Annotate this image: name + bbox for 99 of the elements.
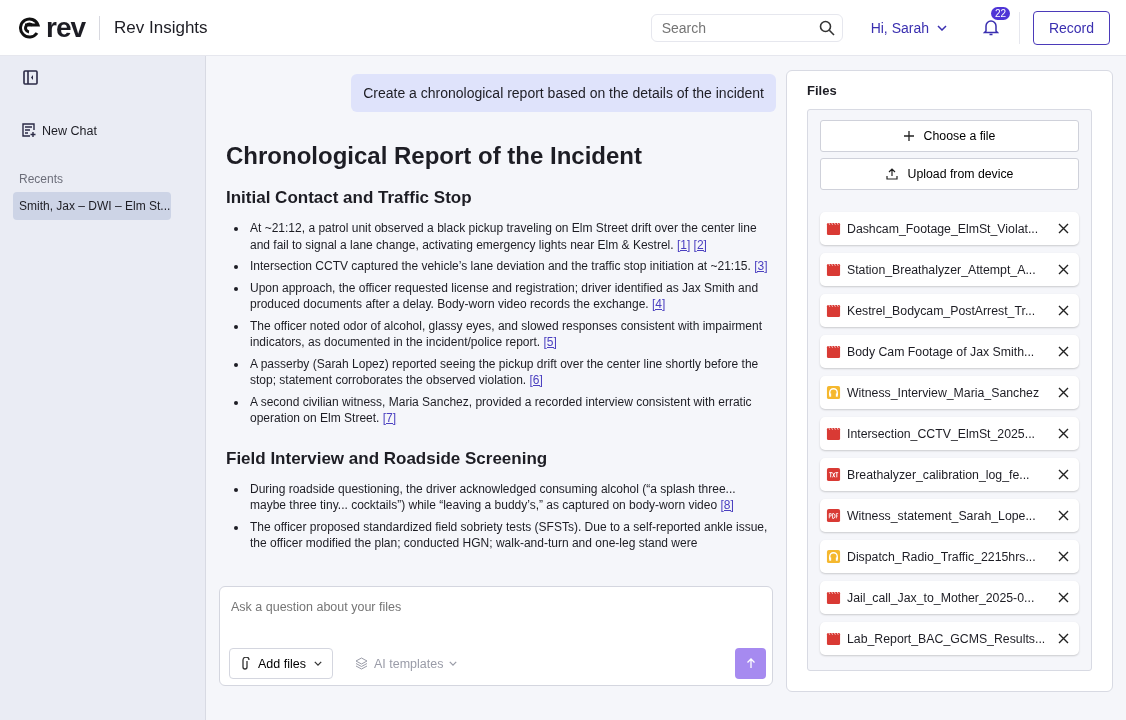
video-file-icon <box>826 303 841 318</box>
file-item[interactable]: Intersection_CCTV_ElmSt_2025... <box>820 417 1079 450</box>
file-item[interactable]: Lab_Report_BAC_GCMS_Results... <box>820 622 1079 655</box>
record-button[interactable]: Record <box>1033 10 1110 45</box>
video-file-icon <box>826 590 841 605</box>
new-chat-icon <box>21 123 36 138</box>
recent-chat-item[interactable]: Smith, Jax – DWI – Elm St... <box>13 192 171 220</box>
report-paragraph: At ~21:12, a patrol unit observed a black pickup traveling on Elm Street drift over the center line and fail to signal a lane change, activating emergency lights near Elm & Kestrel. [1] [2] <box>250 220 758 253</box>
report-title: Chronological Report of the Incident <box>226 142 643 170</box>
add-files-button[interactable]: Add files <box>229 648 333 679</box>
upload-button[interactable]: Upload from device <box>820 158 1079 190</box>
file-item[interactable]: Dashcam_Footage_ElmSt_Violat... <box>820 212 1079 245</box>
close-icon[interactable] <box>1056 467 1071 482</box>
citation-link[interactable]: [4] <box>652 297 666 311</box>
file-item[interactable]: Dispatch_Radio_Traffic_2215hrs... <box>820 540 1079 573</box>
report-paragraph: During roadside questioning, the driver acknowledged consuming alcohol (“a splash three... maybe three tiny... cocktails”) while “leaving a buddy’s,” as captured on body-worn video [8] <box>250 480 737 514</box>
plus-icon <box>903 131 914 141</box>
bullet-dot <box>234 525 238 530</box>
user-menu[interactable]: Hi, Sarah <box>864 18 953 37</box>
file-name: Jail_call_Jax_to_Mother_2025-0... <box>847 590 1036 605</box>
file-item[interactable]: Witness_Interview_Maria_Sanchez <box>820 376 1079 409</box>
headphones-file-icon <box>826 549 841 564</box>
close-icon[interactable] <box>1056 344 1071 359</box>
pdf-file-icon <box>826 508 841 523</box>
file-name: Lab_Report_BAC_GCMS_Results... <box>847 631 1047 646</box>
close-icon[interactable] <box>1056 221 1071 236</box>
bullet-dot <box>234 324 238 329</box>
citation-link[interactable]: [3] <box>754 259 768 273</box>
file-name: Station_Breathalyzer_Attempt_A... <box>847 262 1037 277</box>
file-name: Dispatch_Radio_Traffic_2215hrs... <box>847 549 1037 564</box>
text-file-icon <box>826 467 841 482</box>
close-icon[interactable] <box>1056 590 1071 605</box>
close-icon[interactable] <box>1056 426 1071 441</box>
citation-link[interactable]: [8] <box>720 498 734 512</box>
new-chat-button[interactable]: New Chat <box>21 123 192 138</box>
file-item[interactable]: Station_Breathalyzer_Attempt_A... <box>820 253 1079 286</box>
file-name: Witness_statement_Sarah_Lope... <box>847 508 1037 523</box>
upload-icon <box>885 168 898 180</box>
notification-badge: 22 <box>991 7 1011 20</box>
close-icon[interactable] <box>1056 262 1071 277</box>
citation-link[interactable]: [6] <box>529 373 543 387</box>
report-paragraph: A passerby (Sarah Lopez) reported seeing the pickup drift over the center line shortly before the stop; statement corroborates the observed violation. [6] <box>250 355 760 389</box>
file-item[interactable]: Witness_statement_Sarah_Lope... <box>820 499 1079 532</box>
close-icon[interactable] <box>1056 631 1071 646</box>
close-icon[interactable] <box>1056 508 1071 523</box>
recents-label: Recents <box>19 172 65 186</box>
chevron-down-icon <box>449 661 458 666</box>
bell-icon[interactable] <box>983 19 999 36</box>
bullet-dot <box>234 286 238 291</box>
file-name: Body Cam Footage of Jax Smith... <box>847 344 1036 359</box>
video-file-icon <box>826 262 841 277</box>
bullet-dot <box>234 227 238 231</box>
citation-link[interactable]: [1] <box>676 237 691 252</box>
video-file-icon <box>826 426 841 441</box>
bullet-dot <box>234 400 238 405</box>
bullet-dot <box>234 362 238 367</box>
video-file-icon <box>826 344 841 359</box>
arrow-up-icon <box>745 658 756 669</box>
logo-icon <box>18 16 40 39</box>
section-heading: Initial Contact and Traffic Stop <box>226 188 473 208</box>
chevron-down-icon <box>937 24 947 31</box>
close-icon[interactable] <box>1056 303 1071 318</box>
close-icon[interactable] <box>1056 549 1071 564</box>
headphones-file-icon <box>826 385 841 400</box>
search-field[interactable]: Search <box>650 13 843 42</box>
close-icon[interactable] <box>1056 385 1071 400</box>
files-title: Files <box>807 83 838 98</box>
product-name: Rev Insights <box>114 17 208 38</box>
sidebar-toggle-icon[interactable] <box>23 70 38 85</box>
video-file-icon <box>826 631 841 646</box>
report-paragraph: Upon approach, the officer requested license and registration; driver identified as Jax Smith and produced documents after a delay. Body-worn video records the exchange. [4] <box>250 279 760 313</box>
choose-file-button[interactable]: Choose a file <box>820 120 1079 152</box>
file-item[interactable]: Breathalyzer_calibration_log_fe... <box>820 458 1079 491</box>
question-field[interactable]: Ask a question about your files <box>229 599 766 615</box>
report-paragraph: A second civilian witness, Maria Sanchez, provided a recorded interview consistent with erratic operation on Elm Street. [7] <box>250 393 753 427</box>
user-message: Create a chronological report based on the details of the incident <box>351 74 776 112</box>
bullet-dot <box>234 487 238 492</box>
citation-link[interactable]: [2] <box>693 237 707 252</box>
file-item[interactable]: Kestrel_Bodycam_PostArrest_Tr... <box>820 294 1079 327</box>
file-item[interactable]: Jail_call_Jax_to_Mother_2025-0... <box>820 581 1079 614</box>
file-item[interactable]: Body Cam Footage of Jax Smith... <box>820 335 1079 368</box>
report-paragraph: The officer noted odor of alcohol, glassy eyes, and slowed responses consistent with impairment indicators, as documented in the incident/police report. [5] <box>250 317 764 351</box>
file-name: Kestrel_Bodycam_PostArrest_Tr... <box>847 303 1037 318</box>
report-paragraph: The officer proposed standardized field sobriety tests (SFSTs). Due to a self-reported ankle issue, the officer modified the plan; conducted HGN; walk-and-turn and one-leg stand were <box>250 518 769 552</box>
paperclip-icon <box>240 656 250 671</box>
bullet-dot <box>234 265 238 269</box>
search-icon <box>818 19 835 36</box>
layers-icon <box>354 657 368 670</box>
brand-name: rev <box>46 11 86 44</box>
chevron-down-icon <box>313 661 322 666</box>
section-heading: Field Interview and Roadside Screening <box>226 448 549 469</box>
report-paragraph: Intersection CCTV captured the vehicle’s lane deviation and the traffic stop initiation at ~21:15. [3] <box>250 258 769 275</box>
file-name: Breathalyzer_calibration_log_fe... <box>847 467 1031 482</box>
citation-link[interactable]: [7] <box>382 411 397 425</box>
file-name: Intersection_CCTV_ElmSt_2025... <box>847 426 1036 441</box>
video-file-icon <box>826 221 841 236</box>
file-name: Witness_Interview_Maria_Sanchez <box>847 385 1041 400</box>
citation-link[interactable]: [5] <box>543 335 557 349</box>
file-name: Dashcam_Footage_ElmSt_Violat... <box>847 221 1040 236</box>
